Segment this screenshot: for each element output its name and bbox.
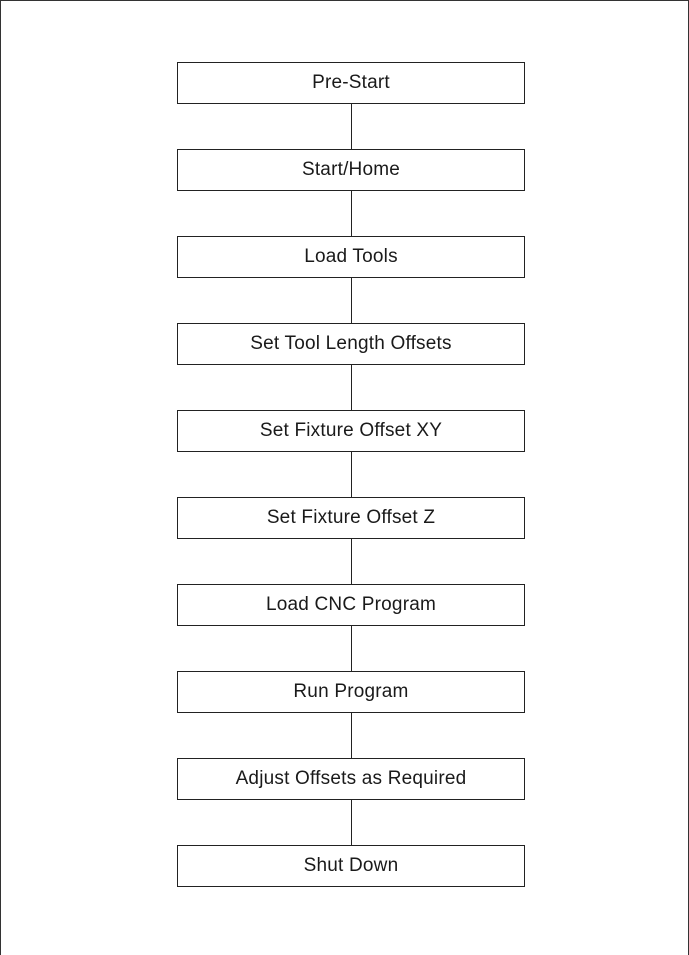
step-set-fixture-offset-z: Set Fixture Offset Z: [177, 497, 525, 539]
flowchart: Pre-Start Start/Home Load Tools Set Tool…: [177, 62, 525, 887]
step-pre-start: Pre-Start: [177, 62, 525, 104]
step-set-fixture-offset-xy: Set Fixture Offset XY: [177, 410, 525, 452]
step-set-tool-length-offsets: Set Tool Length Offsets: [177, 323, 525, 365]
connector-line: [350, 800, 352, 845]
step-shut-down: Shut Down: [177, 845, 525, 887]
connector-line: [350, 191, 352, 236]
connector-line: [350, 713, 352, 758]
step-load-cnc-program: Load CNC Program: [177, 584, 525, 626]
connector-line: [350, 539, 352, 584]
step-load-tools: Load Tools: [177, 236, 525, 278]
connector-line: [350, 452, 352, 497]
step-run-program: Run Program: [177, 671, 525, 713]
connector-line: [350, 104, 352, 149]
step-start-home: Start/Home: [177, 149, 525, 191]
connector-line: [350, 365, 352, 410]
connector-line: [350, 626, 352, 671]
step-adjust-offsets: Adjust Offsets as Required: [177, 758, 525, 800]
connector-line: [350, 278, 352, 323]
